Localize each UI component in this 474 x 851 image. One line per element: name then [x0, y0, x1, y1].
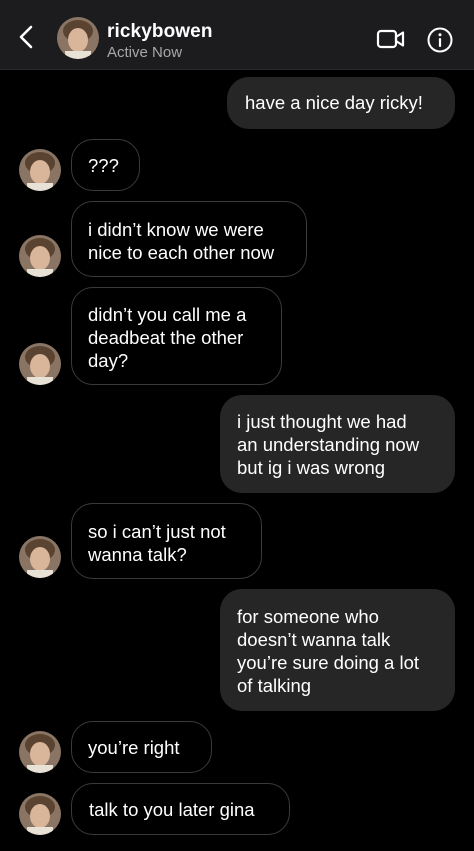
received-message[interactable]: i didn’t know we were nice to each other… [71, 201, 307, 277]
contact-avatar[interactable] [19, 235, 61, 277]
contact-avatar[interactable] [19, 536, 61, 578]
received-message[interactable]: you’re right [71, 721, 212, 773]
sent-message[interactable]: for someone who doesn’t wanna talk you’r… [220, 589, 455, 711]
received-message[interactable]: didn’t you call me a deadbeat the other … [71, 287, 282, 385]
contact-avatar[interactable] [19, 149, 61, 191]
info-icon [427, 27, 453, 53]
chat-header: rickybowen Active Now [0, 0, 474, 70]
contact-avatar[interactable] [19, 343, 61, 385]
received-message[interactable]: so i can’t just not wanna talk? [71, 503, 262, 579]
active-status: Active Now [107, 44, 183, 61]
chevron-left-icon [19, 25, 33, 49]
info-button[interactable] [427, 27, 453, 53]
received-message[interactable]: talk to you later gina [71, 783, 290, 835]
contact-username[interactable]: rickybowen [107, 21, 213, 43]
sent-message[interactable]: have a nice day ricky! [227, 77, 455, 129]
contact-avatar[interactable] [19, 731, 61, 773]
video-call-button[interactable] [376, 27, 406, 51]
contact-avatar[interactable] [19, 793, 61, 835]
header-avatar[interactable] [57, 17, 99, 59]
received-message[interactable]: ??? [71, 139, 140, 191]
back-button[interactable] [14, 24, 40, 50]
sent-message[interactable]: i just thought we had an understanding n… [220, 395, 455, 493]
video-camera-icon [376, 29, 405, 49]
